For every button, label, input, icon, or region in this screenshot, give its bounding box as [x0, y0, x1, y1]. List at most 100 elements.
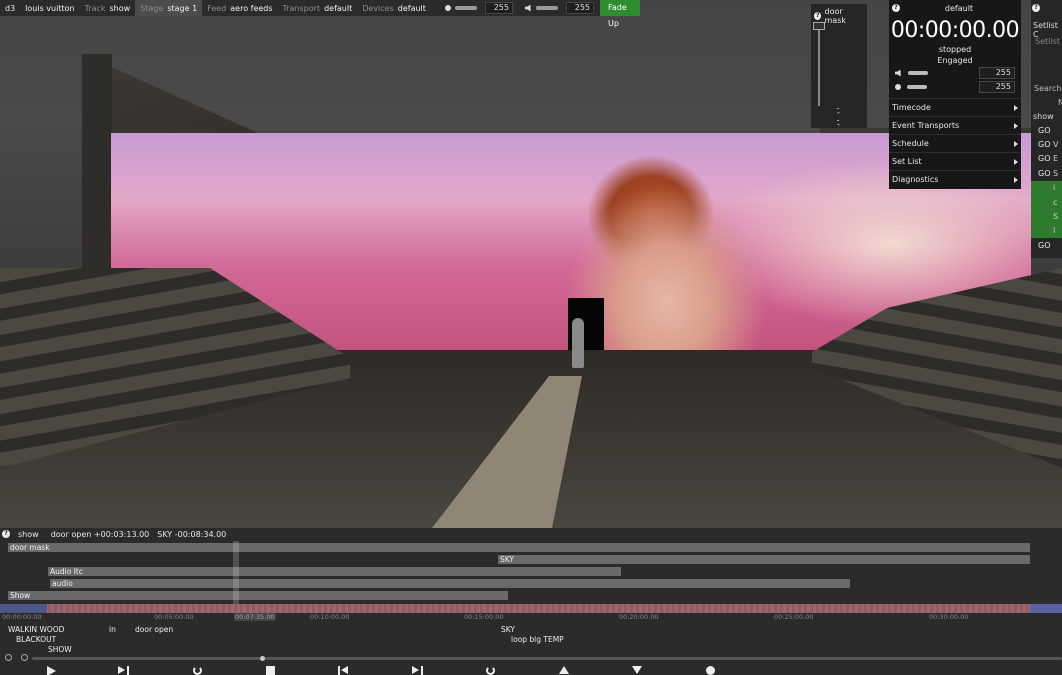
- menu-event-transports[interactable]: Event Transports: [889, 116, 1021, 134]
- menu-diagnostics[interactable]: Diagnostics: [889, 170, 1021, 188]
- transport-volume-slider[interactable]: [908, 71, 928, 75]
- setlist-search[interactable]: Search: [1034, 84, 1061, 93]
- setlist-row[interactable]: GO: [1031, 238, 1062, 252]
- info-icon[interactable]: ?: [2, 530, 10, 538]
- fade-up-button[interactable]: Fade Up: [600, 0, 640, 28]
- cue-label[interactable]: SHOW: [48, 645, 72, 654]
- devices-value: default: [397, 3, 426, 13]
- brightness-track[interactable]: [454, 6, 477, 10]
- cue-label[interactable]: SKY: [501, 625, 515, 634]
- setlist-row-label: I: [1053, 226, 1056, 236]
- volume-slider[interactable]: [521, 4, 562, 12]
- timeline-layer[interactable]: Audio ltc: [48, 567, 621, 576]
- ruler-section: [0, 604, 47, 613]
- track-value: show: [109, 3, 131, 13]
- timeline-layer[interactable]: audio: [50, 579, 850, 588]
- timeline-scroll-thumb[interactable]: [260, 656, 265, 661]
- setlist-row[interactable]: i: [1031, 180, 1062, 195]
- setlist-row[interactable]: GO: [1031, 123, 1062, 137]
- brightness-slider[interactable]: [441, 5, 481, 11]
- zoom-out-icon[interactable]: [5, 654, 12, 661]
- volume-track[interactable]: [535, 6, 558, 10]
- timecode-display: 00:00:00.00: [890, 18, 1020, 43]
- project-menu[interactable]: louis vuitton: [20, 0, 79, 16]
- transport-brightness-slider[interactable]: [907, 85, 927, 89]
- track-selector[interactable]: Track show: [80, 0, 136, 16]
- previous-bar: [338, 666, 340, 675]
- cue-label[interactable]: WALKIN WOOD: [8, 625, 64, 634]
- next-track-icon[interactable]: [632, 666, 642, 674]
- menu-set-list[interactable]: Set List: [889, 152, 1021, 170]
- transport-brightness-row: 255: [889, 80, 1021, 94]
- go-button[interactable]: GO: [1031, 126, 1053, 135]
- cue-label[interactable]: loop blg TEMP: [511, 635, 564, 644]
- setlist-row[interactable]: I: [1031, 223, 1062, 239]
- transport-brightness-value[interactable]: 255: [979, 81, 1015, 93]
- speaker-icon: [524, 4, 531, 12]
- speaker-icon: [895, 69, 901, 77]
- timeline-scrollbar[interactable]: [32, 657, 1062, 660]
- loop-icon[interactable]: [193, 666, 202, 675]
- setlist-row[interactable]: S: [1031, 209, 1062, 224]
- door-mask-fader-knob[interactable]: [813, 22, 825, 30]
- brightness-value[interactable]: 255: [484, 2, 513, 14]
- menu-timecode[interactable]: Timecode: [889, 98, 1021, 116]
- setlist-row[interactable]: c: [1031, 194, 1062, 210]
- devices-selector[interactable]: Devices default: [357, 0, 431, 16]
- app-menu[interactable]: d3: [0, 0, 20, 16]
- chevron-right-icon: [1014, 158, 1018, 165]
- previous-track-icon[interactable]: [559, 666, 569, 674]
- feed-selector[interactable]: Feed aero feeds: [202, 0, 277, 16]
- menu-label: Schedule: [892, 139, 929, 148]
- chevron-right-icon: [1014, 104, 1018, 111]
- top-toolbar: d3 louis vuitton Track show Stage stage …: [0, 0, 640, 28]
- transport-label: Transport: [282, 3, 321, 13]
- time-ruler[interactable]: [0, 604, 1062, 613]
- transport-selector[interactable]: Transport default: [278, 0, 358, 16]
- stage-selector[interactable]: Stage stage 1: [135, 0, 203, 16]
- stop-icon[interactable]: [266, 666, 275, 675]
- timeline-track-name: show: [18, 529, 39, 539]
- info-icon[interactable]: ?: [892, 4, 900, 12]
- volume-value[interactable]: 255: [565, 2, 595, 14]
- setlist-row-label: S: [1053, 212, 1059, 222]
- go-button[interactable]: GO: [1031, 241, 1053, 250]
- setlist-tab-active[interactable]: Setlist C: [1031, 18, 1062, 39]
- go-button[interactable]: GO: [1031, 154, 1053, 163]
- setlist-row[interactable]: GO E: [1031, 152, 1062, 166]
- cue-label[interactable]: BLACKOUT: [16, 635, 56, 644]
- cue-label[interactable]: door open: [135, 625, 173, 634]
- door-mask-fader[interactable]: [818, 22, 820, 106]
- go-button[interactable]: GO: [1031, 169, 1053, 178]
- info-icon[interactable]: ?: [1032, 4, 1040, 12]
- menu-schedule[interactable]: Schedule: [889, 134, 1021, 152]
- stage-label: Stage: [140, 3, 164, 13]
- cue-label[interactable]: in: [109, 625, 116, 634]
- setlist-panel: ? Setlist C Setlist Search N show GO GO V…: [1031, 0, 1062, 258]
- go-button[interactable]: GO: [1031, 140, 1053, 149]
- timeline-layer[interactable]: Show: [8, 591, 508, 600]
- ruler-time: 00:00:00.00: [2, 613, 42, 621]
- timeline-layer[interactable]: SKY: [498, 555, 1030, 564]
- info-icon[interactable]: ?: [814, 12, 822, 20]
- transport-volume-value[interactable]: 255: [979, 67, 1015, 79]
- venue-wall-left: [82, 54, 112, 274]
- previous-section-icon[interactable]: [341, 666, 348, 674]
- play-icon[interactable]: [47, 666, 56, 675]
- transport-panel: ? default 00:00:00.00 stopped Engaged 25…: [889, 0, 1021, 189]
- timeline-layer[interactable]: door mask: [8, 543, 1030, 552]
- zoom-in-icon[interactable]: [21, 654, 28, 661]
- brightness-icon: [895, 84, 901, 90]
- return-icon[interactable]: [486, 666, 495, 675]
- setlist-row[interactable]: GO S: [1031, 166, 1062, 180]
- ruler-time: 00:30:00.00: [929, 613, 969, 621]
- setlist-row[interactable]: GO V: [1031, 137, 1062, 151]
- play-to-end-icon[interactable]: [118, 666, 125, 674]
- next-section-icon[interactable]: [412, 666, 419, 674]
- chevron-right-icon: [1014, 140, 1018, 147]
- project-name: louis vuitton: [25, 3, 75, 13]
- playhead[interactable]: [233, 541, 239, 611]
- record-icon[interactable]: [706, 666, 715, 675]
- setlist-tab[interactable]: Setlist: [1033, 34, 1062, 48]
- transport-title: default: [944, 3, 974, 13]
